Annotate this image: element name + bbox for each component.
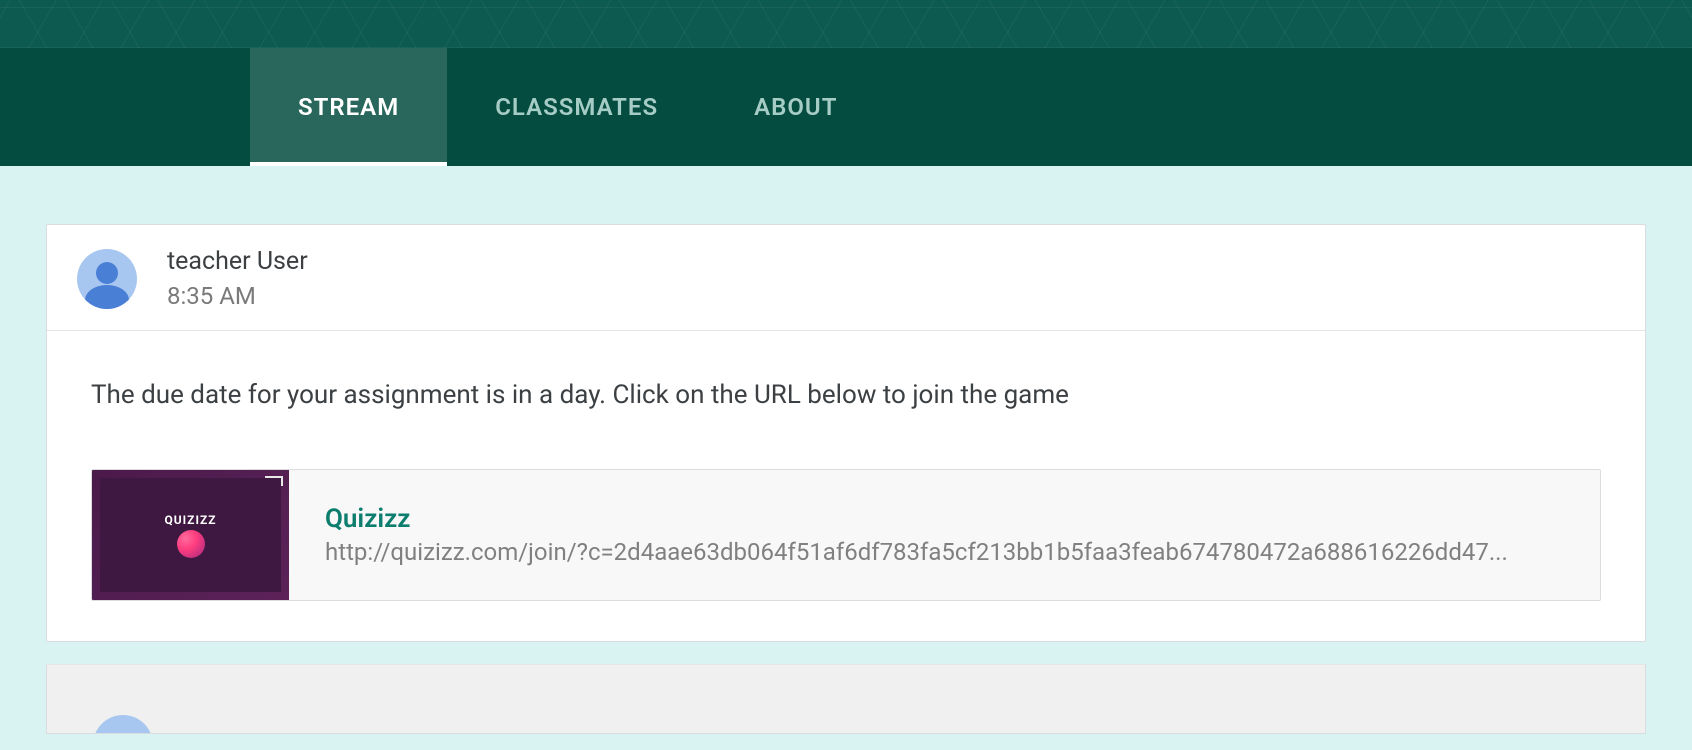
post-author: teacher User xyxy=(167,247,308,276)
attachment-info: Quizizz http://quizizz.com/join/?c=2d4aa… xyxy=(289,470,1600,600)
tab-classmates[interactable]: CLASSMATES xyxy=(447,48,706,166)
post-body: The due date for your assignment is in a… xyxy=(47,331,1645,641)
avatar-icon[interactable] xyxy=(77,249,137,309)
next-post-card xyxy=(46,664,1646,734)
post-header: teacher User 8:35 AM xyxy=(47,225,1645,331)
post-timestamp: 8:35 AM xyxy=(167,282,308,310)
post-text: The due date for your assignment is in a… xyxy=(91,377,1601,413)
attachment-url: http://quizizz.com/join/?c=2d4aae63db064… xyxy=(325,538,1564,566)
thumb-inner: QUIZIZZ xyxy=(100,478,281,592)
tab-about[interactable]: ABOUT xyxy=(706,48,885,166)
content-area: teacher User 8:35 AM The due date for yo… xyxy=(0,166,1692,734)
orb-icon xyxy=(177,530,205,558)
attachment-card[interactable]: QUIZIZZ Quizizz http://quizizz.com/join/… xyxy=(91,469,1601,601)
post-author-info: teacher User 8:35 AM xyxy=(167,247,308,310)
attachment-thumbnail: QUIZIZZ xyxy=(92,470,289,600)
avatar-icon xyxy=(93,715,153,734)
post-card: teacher User 8:35 AM The due date for yo… xyxy=(46,224,1646,642)
attachment-title: Quizizz xyxy=(325,504,1564,534)
tab-label: STREAM xyxy=(298,93,399,121)
tab-label: CLASSMATES xyxy=(495,93,658,121)
thumb-logo-text: QUIZIZZ xyxy=(164,513,216,527)
tab-label: ABOUT xyxy=(754,93,837,121)
tab-stream[interactable]: STREAM xyxy=(250,48,447,166)
banner-background xyxy=(0,0,1692,48)
nav-bar: STREAM CLASSMATES ABOUT xyxy=(0,48,1692,166)
